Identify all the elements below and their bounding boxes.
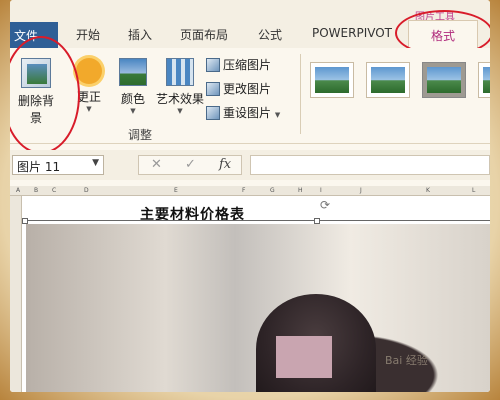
column-header[interactable]: D: [84, 187, 89, 194]
artistic-effects-label: 艺术效果: [155, 92, 204, 106]
cancel-icon[interactable]: ✕: [151, 157, 162, 172]
name-box[interactable]: 图片 11 ▼: [12, 155, 104, 175]
tab-page-layout[interactable]: 页面布局: [180, 26, 228, 46]
picture-selection-border: [24, 220, 490, 221]
sheet-title: 主要材料价格表: [140, 207, 245, 223]
picture-style-preview: [371, 67, 405, 93]
change-picture-icon: [206, 82, 220, 96]
ribbon-format-picture: 删除背景 更正 ▼ 颜色 ▼ 艺术效果 ▼ 压缩图片 更改图片 重设图片 ▼ 调…: [10, 48, 490, 144]
chevron-down-icon[interactable]: ▼: [92, 158, 99, 168]
picture-style-4[interactable]: [478, 62, 490, 98]
dropdown-arrow-icon: ▼: [274, 111, 281, 119]
compress-pictures-button[interactable]: 压缩图片: [206, 56, 271, 73]
tab-formulas[interactable]: 公式: [258, 26, 282, 46]
photo-frame: 文件 开始 插入 页面布局 公式 POWERPIVOT 图片工具 格式 删除背景…: [0, 0, 500, 400]
tab-home[interactable]: 开始: [76, 26, 100, 46]
column-header[interactable]: K: [426, 187, 430, 194]
reset-picture-label: 重设图片: [223, 106, 272, 120]
reset-picture-button[interactable]: 重设图片 ▼: [206, 104, 280, 121]
picture-style-preview: [427, 67, 461, 93]
artistic-effects-button[interactable]: 艺术效果 ▼: [154, 58, 206, 115]
rotate-handle-icon[interactable]: ⟳: [320, 198, 330, 212]
column-header[interactable]: B: [34, 187, 38, 194]
ribbon-tab-bar: 文件 开始 插入 页面布局 公式 POWERPIVOT 图片工具 格式: [10, 0, 490, 56]
reset-picture-icon: [206, 106, 220, 120]
change-picture-button[interactable]: 更改图片: [206, 80, 271, 97]
row-headers: [10, 196, 22, 392]
insert-function-icon[interactable]: fx: [219, 157, 231, 172]
dropdown-arrow-icon: ▼: [130, 107, 136, 115]
picture-style-1[interactable]: [310, 62, 354, 98]
column-header[interactable]: E: [174, 187, 178, 194]
color-icon: [119, 58, 147, 86]
picture-style-preview: [315, 67, 349, 93]
column-headers: A B C D E F G H I J K L: [10, 186, 490, 196]
column-header[interactable]: F: [242, 187, 245, 194]
color-button[interactable]: 颜色 ▼: [114, 58, 152, 115]
excel-window: 文件 开始 插入 页面布局 公式 POWERPIVOT 图片工具 格式 删除背景…: [10, 0, 490, 392]
group-label-adjust: 调整: [128, 128, 153, 142]
watermark-logo: Bai 经验: [385, 354, 428, 367]
change-picture-label: 更改图片: [223, 82, 272, 96]
column-header[interactable]: L: [472, 187, 475, 194]
column-header[interactable]: H: [298, 187, 303, 194]
formula-buttons: ✕ ✓ fx: [138, 155, 242, 175]
compress-pictures-label: 压缩图片: [223, 58, 272, 72]
tab-powerpivot[interactable]: POWERPIVOT: [312, 26, 392, 46]
picture-style-3[interactable]: [422, 62, 466, 98]
picture-style-2[interactable]: [366, 62, 410, 98]
picture-style-preview: [483, 67, 490, 93]
compress-icon: [206, 58, 220, 72]
column-header[interactable]: C: [52, 187, 56, 194]
column-header[interactable]: I: [320, 187, 322, 194]
sun-icon: [76, 58, 102, 84]
column-header[interactable]: G: [270, 187, 275, 194]
dropdown-arrow-icon: ▼: [177, 107, 183, 115]
name-box-value: 图片 11: [17, 160, 61, 174]
corrections-label: 更正: [76, 90, 101, 104]
formula-bar: 图片 11 ▼ ✕ ✓ fx: [10, 150, 490, 180]
column-header[interactable]: A: [16, 187, 20, 194]
tab-insert[interactable]: 插入: [128, 26, 152, 46]
column-header[interactable]: J: [360, 187, 362, 194]
color-label: 颜色: [120, 92, 145, 106]
formula-input[interactable]: [250, 155, 490, 175]
blurred-face: [276, 336, 332, 378]
group-separator: [300, 54, 301, 134]
enter-icon[interactable]: ✓: [185, 157, 196, 172]
artistic-effects-icon: [166, 58, 194, 86]
